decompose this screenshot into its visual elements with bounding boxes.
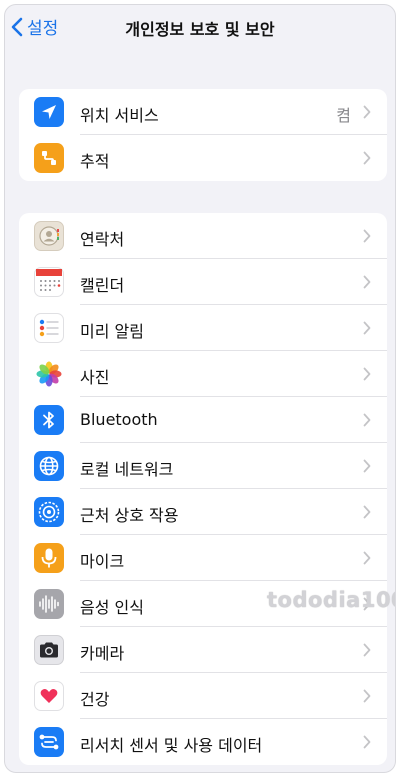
navigation-bar: 설정 개인정보 보호 및 보안 <box>5 5 395 49</box>
row-label: 위치 서비스 <box>80 106 159 125</box>
heart-icon <box>34 681 64 711</box>
row-contacts[interactable]: 연락처 <box>19 213 387 259</box>
row-label: 로컬 네트워크 <box>80 460 174 479</box>
chevron-right-icon <box>363 413 371 427</box>
research-icon <box>34 727 64 757</box>
row-health[interactable]: 건강 <box>19 673 387 719</box>
watermark: tododia100 <box>267 588 396 612</box>
tracking-icon <box>34 143 64 173</box>
chevron-right-icon <box>363 689 371 703</box>
row-label: 미리 알림 <box>80 322 144 341</box>
row-label: 근처 상호 작용 <box>80 506 179 525</box>
calendar-icon <box>34 267 64 297</box>
microphone-icon <box>34 543 64 573</box>
location-arrow-icon <box>34 97 64 127</box>
row-value: 켬 <box>336 106 351 125</box>
row-research-sensor[interactable]: 리서치 센서 및 사용 데이터 <box>19 719 387 765</box>
row-camera[interactable]: 카메라 <box>19 627 387 673</box>
app-permissions-group: 연락처 캘린더 미리 알림 사진 Bluetooth 로컬 네트워크 근처 상호… <box>19 213 387 765</box>
row-label: 리서치 센서 및 사용 데이터 <box>80 736 263 755</box>
row-local-network[interactable]: 로컬 네트워크 <box>19 443 387 489</box>
chevron-right-icon <box>363 459 371 473</box>
chevron-right-icon <box>363 735 371 749</box>
row-microphone[interactable]: 마이크 <box>19 535 387 581</box>
row-location-services[interactable]: 위치 서비스 켬 <box>19 89 387 135</box>
row-photos[interactable]: 사진 <box>19 351 387 397</box>
row-label: 사진 <box>80 368 110 387</box>
row-bluetooth[interactable]: Bluetooth <box>19 397 387 443</box>
row-reminders[interactable]: 미리 알림 <box>19 305 387 351</box>
row-label: 추적 <box>80 152 110 171</box>
row-label: 연락처 <box>80 230 125 249</box>
chevron-right-icon <box>363 151 371 165</box>
chevron-right-icon <box>363 105 371 119</box>
reminders-icon <box>34 313 64 343</box>
chevron-right-icon <box>363 551 371 565</box>
row-label: 음성 인식 <box>80 598 144 617</box>
row-tracking[interactable]: 추적 <box>19 135 387 181</box>
row-label: Bluetooth <box>80 410 158 429</box>
chevron-right-icon <box>363 505 371 519</box>
photos-icon <box>34 359 64 389</box>
page-title: 개인정보 보호 및 보안 <box>125 20 275 39</box>
row-nearby-interaction[interactable]: 근처 상호 작용 <box>19 489 387 535</box>
nearby-interaction-icon <box>34 497 64 527</box>
bluetooth-icon <box>34 405 64 435</box>
globe-icon <box>34 451 64 481</box>
chevron-right-icon <box>363 275 371 289</box>
chevron-right-icon <box>363 367 371 381</box>
settings-screen: 설정 개인정보 보호 및 보안 위치 서비스 켬 추적 연락처 캘린더 미리 알… <box>4 4 396 773</box>
camera-icon <box>34 635 64 665</box>
row-label: 건강 <box>80 690 110 709</box>
waveform-icon <box>34 589 64 619</box>
row-label: 카메라 <box>80 644 125 663</box>
contacts-icon <box>34 221 64 251</box>
chevron-right-icon <box>363 643 371 657</box>
row-label: 마이크 <box>80 552 125 571</box>
location-tracking-group: 위치 서비스 켬 추적 <box>19 89 387 181</box>
row-calendar[interactable]: 캘린더 <box>19 259 387 305</box>
chevron-right-icon <box>363 321 371 335</box>
chevron-right-icon <box>363 229 371 243</box>
row-label: 캘린더 <box>80 276 125 295</box>
